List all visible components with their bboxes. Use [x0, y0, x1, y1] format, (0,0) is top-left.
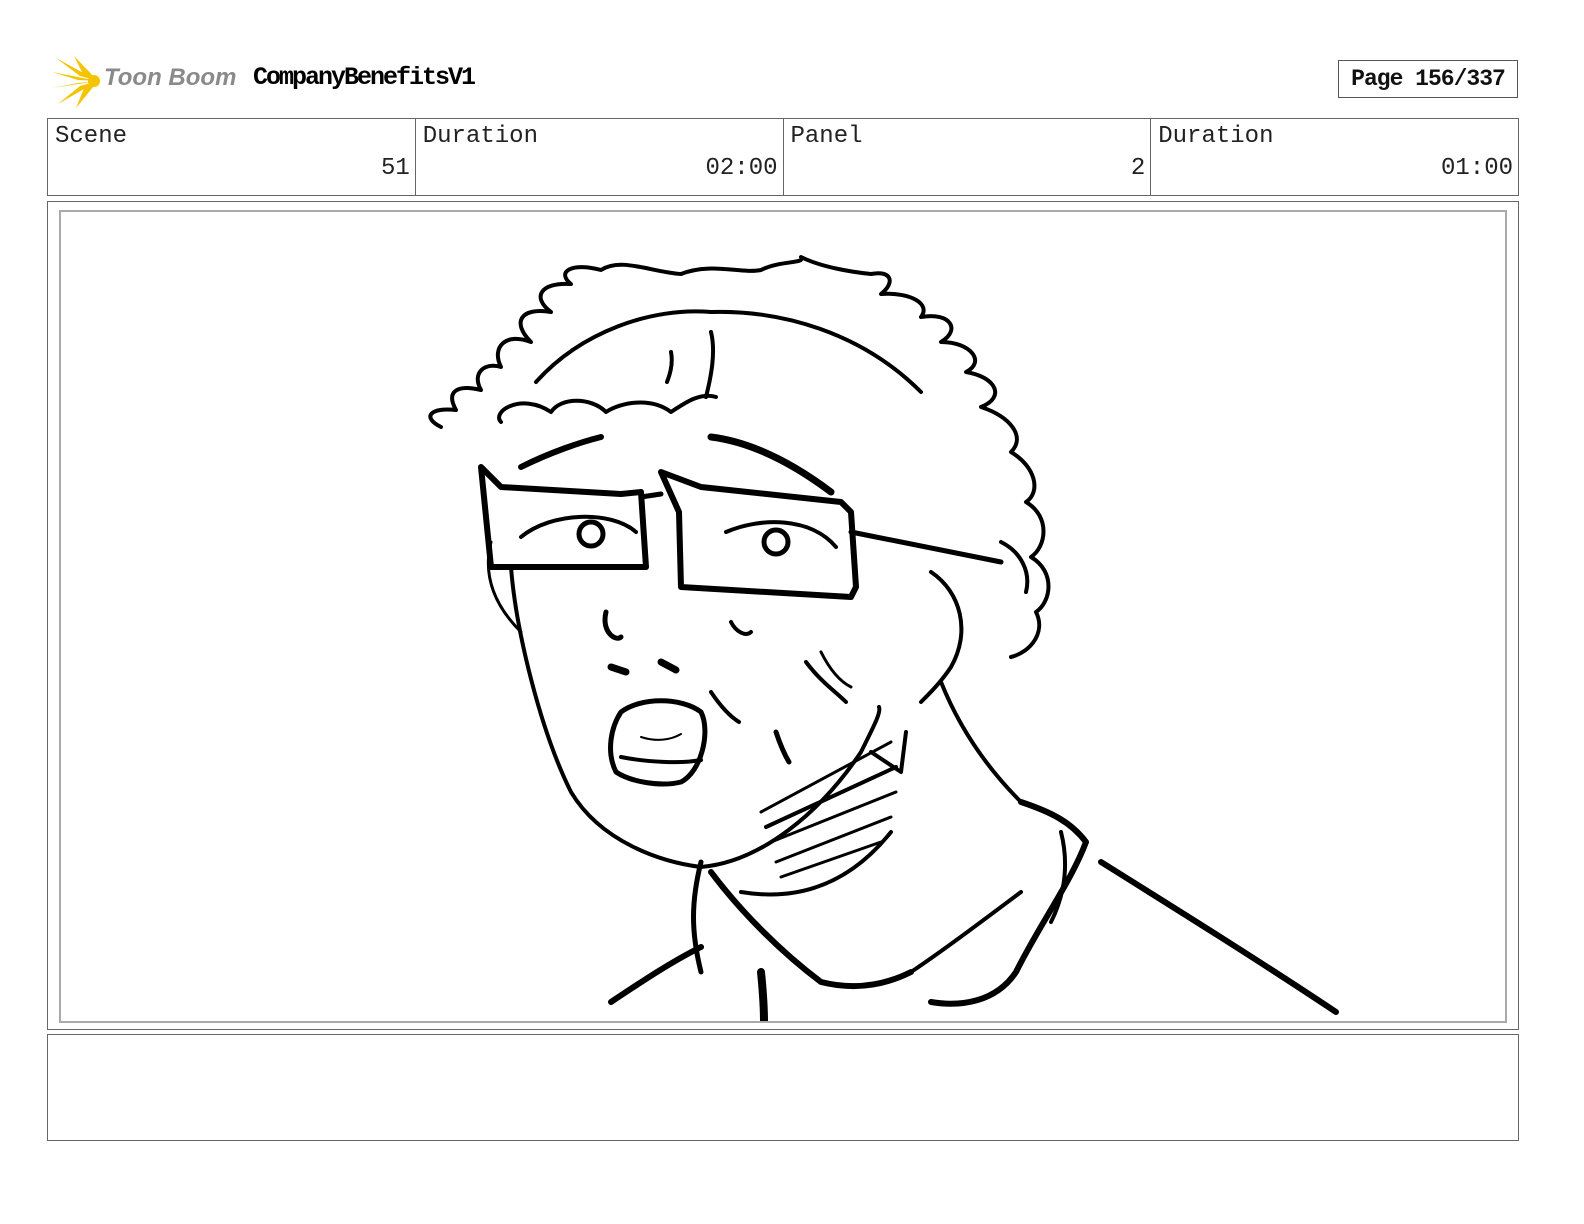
- scene-cell: Scene 51: [48, 119, 416, 195]
- scene-duration-label: Duration: [422, 123, 538, 150]
- starburst-icon: [52, 56, 100, 108]
- sketch-image: [428, 255, 1339, 1021]
- info-row: Scene 51 Duration 02:00 Panel 2 Duration…: [47, 118, 1519, 196]
- storyboard-panel: [47, 201, 1519, 1030]
- logo-text: Toon Boom: [104, 64, 237, 91]
- panel-cell: Panel 2: [784, 119, 1152, 195]
- scene-value: 51: [380, 155, 410, 182]
- panel-duration-value: 01:00: [1440, 155, 1513, 182]
- panel-duration-cell: Duration 01:00: [1151, 119, 1518, 195]
- panel-duration-label: Duration: [1158, 123, 1274, 150]
- panel-image-area: [59, 210, 1507, 1023]
- project-title: CompanyBenefitsV1: [253, 63, 476, 92]
- scene-duration-cell: Duration 02:00: [416, 119, 784, 195]
- notes-box: [47, 1034, 1519, 1141]
- panel-label: Panel: [790, 123, 863, 150]
- page-indicator: Page 156/337: [1338, 60, 1518, 98]
- scene-duration-value: 02:00: [705, 155, 778, 182]
- panel-value: 2: [1130, 155, 1146, 182]
- scene-label: Scene: [55, 123, 128, 150]
